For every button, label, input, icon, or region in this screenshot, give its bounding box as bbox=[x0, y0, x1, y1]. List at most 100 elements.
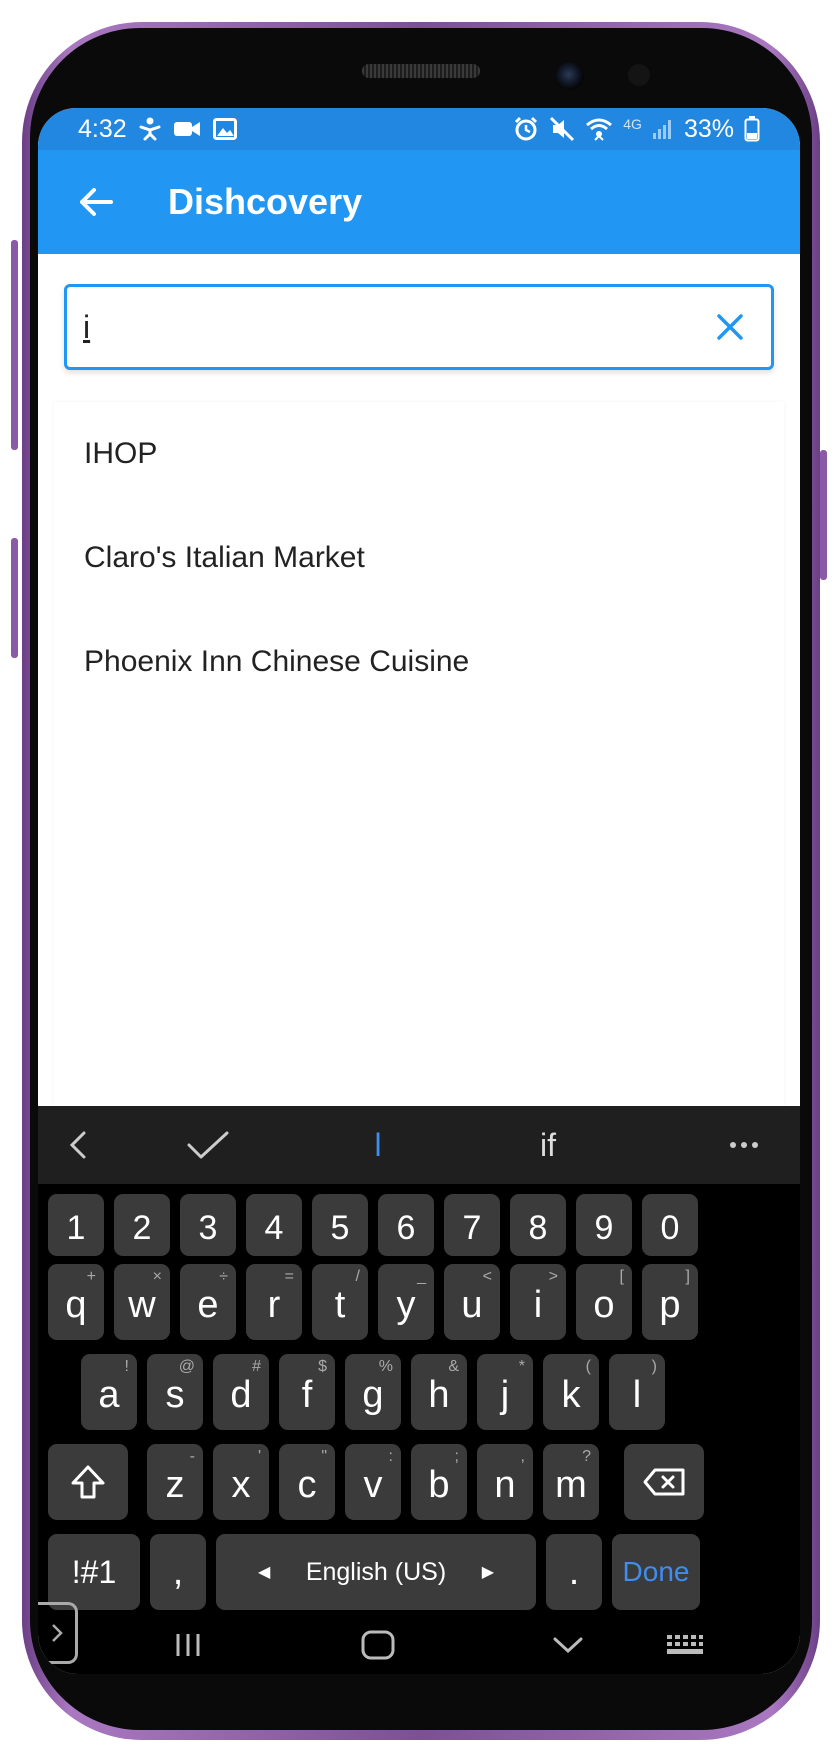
number-key[interactable]: 8 bbox=[510, 1194, 566, 1256]
suggestion-secondary[interactable]: if bbox=[468, 1106, 628, 1184]
space-arrow-left-icon: ◀ bbox=[258, 1564, 271, 1581]
letter-key[interactable]: & h bbox=[411, 1354, 467, 1430]
collapse-toolbar-button[interactable] bbox=[48, 1106, 108, 1184]
letter-key[interactable]: :v bbox=[345, 1444, 401, 1520]
letter-key[interactable]: ' x bbox=[213, 1444, 269, 1520]
letter-key[interactable]: < u bbox=[444, 1264, 500, 1340]
accessibility-icon bbox=[139, 117, 161, 141]
key-label: d bbox=[230, 1373, 252, 1416]
key-hint: ; bbox=[454, 1448, 459, 1465]
number-key[interactable]: 1 bbox=[48, 1194, 104, 1256]
number-key[interactable]: 7 bbox=[444, 1194, 500, 1256]
letter-key[interactable]: [o bbox=[576, 1264, 632, 1340]
number-key[interactable]: 2 bbox=[114, 1194, 170, 1256]
key-hint: & bbox=[448, 1358, 459, 1375]
letter-key[interactable]: @ s bbox=[147, 1354, 203, 1430]
key-hint: × bbox=[152, 1268, 162, 1285]
letter-key[interactable]: ) l bbox=[609, 1354, 665, 1430]
key-hint: ? bbox=[582, 1448, 591, 1465]
key-label: m bbox=[555, 1463, 587, 1506]
key-label: c bbox=[297, 1463, 317, 1506]
keyboard-side-toggle[interactable] bbox=[38, 1602, 78, 1664]
result-item[interactable]: Claro's Italian Market bbox=[54, 506, 784, 610]
comma-key[interactable]: , bbox=[150, 1534, 206, 1610]
done-key[interactable]: Done bbox=[612, 1534, 700, 1610]
letter-key[interactable]: -z bbox=[147, 1444, 203, 1520]
letter-key[interactable]: $ f bbox=[279, 1354, 335, 1430]
period-key[interactable]: . bbox=[546, 1534, 602, 1610]
space-key[interactable]: ◀ English (US) ▶ bbox=[216, 1534, 536, 1610]
key-hint: * bbox=[518, 1358, 525, 1375]
key-label: 4 bbox=[264, 1208, 284, 1247]
result-item[interactable]: IHOP bbox=[54, 402, 784, 506]
letter-key[interactable]: × w bbox=[114, 1264, 170, 1340]
number-key[interactable]: 6 bbox=[378, 1194, 434, 1256]
battery-icon bbox=[744, 116, 760, 142]
letter-key[interactable]: / t bbox=[312, 1264, 368, 1340]
key-hint: $ bbox=[318, 1358, 327, 1375]
keyboard-switch-button[interactable] bbox=[650, 1616, 720, 1674]
more-options-button[interactable] bbox=[714, 1106, 774, 1184]
space-label: English (US) bbox=[305, 1557, 447, 1586]
letter-key[interactable]: ; b bbox=[411, 1444, 467, 1520]
suggestion-primary[interactable]: l bbox=[298, 1106, 458, 1184]
letter-key[interactable]: (k bbox=[543, 1354, 599, 1430]
symbols-key[interactable]: !#1 bbox=[48, 1534, 140, 1610]
main-content: IHOP Claro's Italian Market Phoenix Inn … bbox=[38, 254, 800, 1106]
recents-icon bbox=[176, 1634, 200, 1656]
mute-icon bbox=[549, 116, 575, 142]
search-box bbox=[64, 284, 774, 370]
key-label: n bbox=[494, 1463, 516, 1506]
key-label: x bbox=[231, 1463, 251, 1506]
space-arrow-right-icon: ▶ bbox=[481, 1564, 494, 1581]
letter-key[interactable]: # d bbox=[213, 1354, 269, 1430]
clear-search-button[interactable] bbox=[695, 292, 765, 362]
letter-key[interactable]: ,n bbox=[477, 1444, 533, 1520]
letter-key[interactable]: > i bbox=[510, 1264, 566, 1340]
result-item[interactable]: Phoenix Inn Chinese Cuisine bbox=[54, 610, 784, 714]
key-label: v bbox=[363, 1463, 383, 1506]
key-label: 1 bbox=[66, 1208, 86, 1247]
chevron-left-icon bbox=[69, 1131, 86, 1159]
letter-key[interactable]: ] p bbox=[642, 1264, 698, 1340]
key-label: 8 bbox=[528, 1208, 548, 1247]
letter-key[interactable]: ? m bbox=[543, 1444, 599, 1520]
number-key[interactable]: 0 bbox=[642, 1194, 698, 1256]
backspace-key[interactable] bbox=[624, 1444, 704, 1520]
number-key[interactable]: 3 bbox=[180, 1194, 236, 1256]
back-button[interactable] bbox=[46, 150, 146, 254]
recent-apps-button[interactable] bbox=[148, 1616, 228, 1674]
key-label: f bbox=[301, 1373, 313, 1416]
letter-key[interactable]: % g bbox=[345, 1354, 401, 1430]
key-label: 2 bbox=[132, 1208, 152, 1247]
arrow-left-icon bbox=[80, 188, 113, 216]
shift-icon bbox=[71, 1465, 105, 1499]
key-label: h bbox=[428, 1373, 450, 1416]
letter-key[interactable]: _ y bbox=[378, 1264, 434, 1340]
keyboard-icon bbox=[667, 1635, 703, 1654]
number-key[interactable]: 9 bbox=[576, 1194, 632, 1256]
spell-check-button[interactable] bbox=[168, 1106, 248, 1184]
app-bar: Dishcovery bbox=[38, 150, 800, 254]
key-label: u bbox=[461, 1283, 483, 1326]
key-label: 6 bbox=[396, 1208, 416, 1247]
key-label: s bbox=[165, 1373, 185, 1416]
number-key[interactable]: 5 bbox=[312, 1194, 368, 1256]
home-button[interactable] bbox=[338, 1616, 418, 1674]
letter-key[interactable]: ÷ e bbox=[180, 1264, 236, 1340]
home-icon bbox=[361, 1630, 395, 1660]
search-input[interactable] bbox=[83, 308, 695, 346]
key-label: z bbox=[165, 1463, 185, 1506]
key-label: q bbox=[65, 1283, 87, 1326]
key-label: b bbox=[428, 1463, 450, 1506]
key-label: t bbox=[334, 1283, 346, 1326]
letter-key[interactable]: = r bbox=[246, 1264, 302, 1340]
key-label: 3 bbox=[198, 1208, 218, 1247]
letter-key[interactable]: ! a bbox=[81, 1354, 137, 1430]
letter-key[interactable]: * j bbox=[477, 1354, 533, 1430]
letter-key[interactable]: + q bbox=[48, 1264, 104, 1340]
hide-keyboard-button[interactable] bbox=[528, 1616, 608, 1674]
shift-key[interactable] bbox=[48, 1444, 128, 1520]
letter-key[interactable]: " c bbox=[279, 1444, 335, 1520]
number-key[interactable]: 4 bbox=[246, 1194, 302, 1256]
